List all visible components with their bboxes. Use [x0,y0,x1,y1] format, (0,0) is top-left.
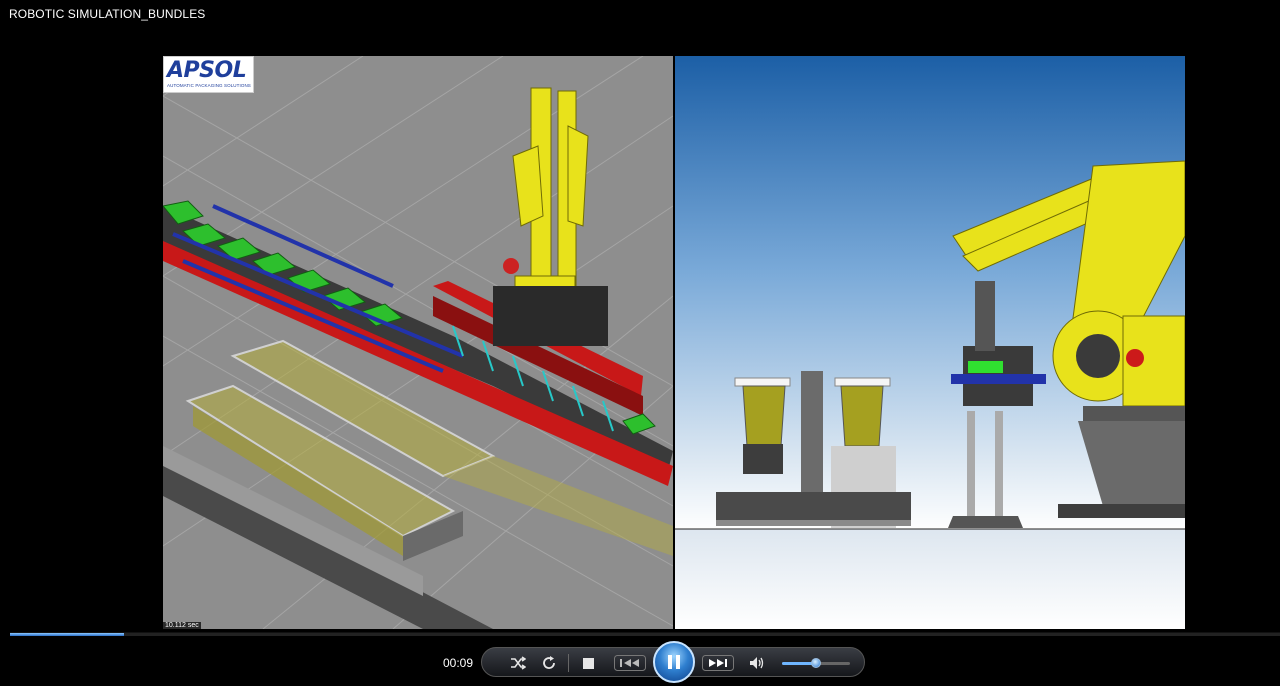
stop-button[interactable] [578,648,598,678]
simulation-timer: 10.112 sec [163,622,201,629]
previous-icon [614,655,646,671]
apsol-logo: APSOL AUTOMATIC PACKAGING SOLUTIONS [163,56,254,93]
next-icon [702,655,734,671]
current-time: 00:09 [443,656,474,670]
repeat-icon [543,656,555,669]
player-controls [481,641,865,683]
previous-button[interactable] [610,648,650,678]
left-view [163,56,674,629]
right-view [675,56,1185,629]
stop-icon [582,657,594,669]
volume-slider[interactable] [782,658,850,668]
simulation-scene [163,56,1185,629]
volume-knob[interactable] [811,658,821,668]
next-button[interactable] [698,648,738,678]
volume-button[interactable] [746,648,768,678]
seek-progress [10,633,125,636]
window-title: ROBOTIC SIMULATION_BUNDLES [9,7,206,21]
repeat-button[interactable] [537,648,561,678]
volume-icon [750,657,764,669]
seek-bar[interactable] [10,632,1280,636]
pause-icon [668,655,680,669]
shuffle-button[interactable] [506,648,530,678]
divider [568,654,569,672]
shuffle-icon [511,656,526,670]
pause-button[interactable] [653,641,695,683]
video-frame[interactable]: APSOL AUTOMATIC PACKAGING SOLUTIONS 10.1… [163,56,1185,629]
